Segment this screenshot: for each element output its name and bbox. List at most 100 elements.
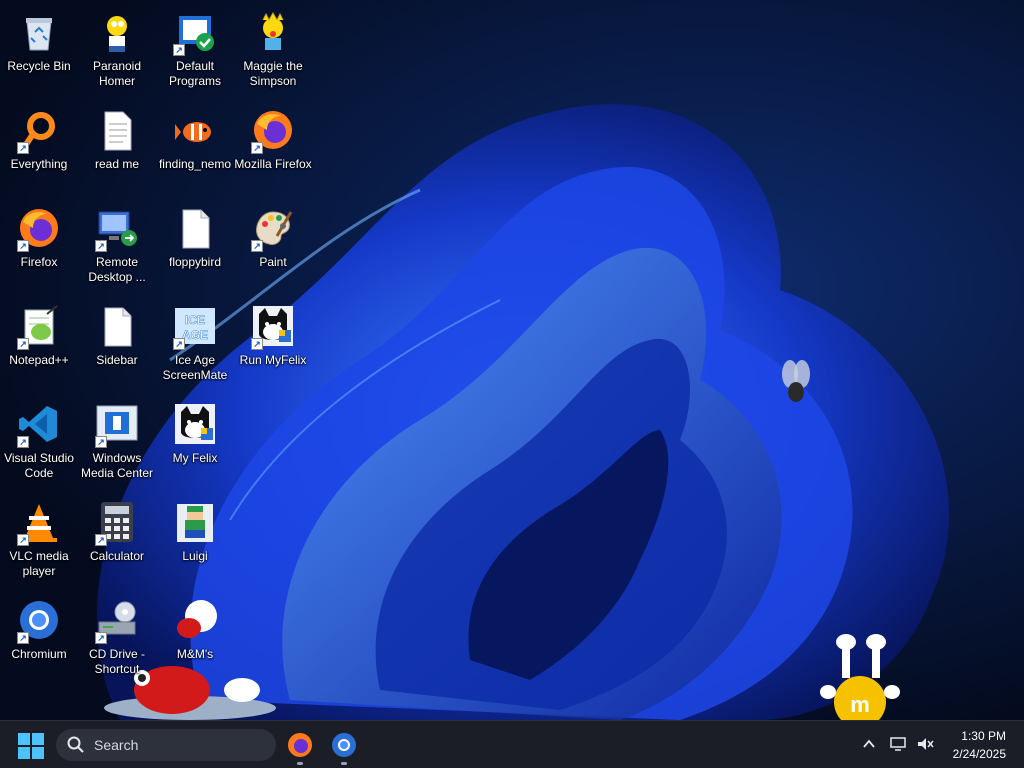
desktop-icon-label: Chromium	[11, 647, 67, 661]
shortcut-arrow-icon: ↗	[95, 436, 107, 448]
desktop-icon-run-myfelix[interactable]: ↗ Run MyFelix	[234, 296, 312, 390]
start-button[interactable]	[18, 733, 44, 759]
shortcut-arrow-icon: ↗	[95, 534, 107, 546]
desktop-icon-visual-studio-code[interactable]: ↗ Visual Studio Code	[0, 394, 78, 488]
running-indicator	[341, 762, 347, 765]
vscode-icon: ↗	[15, 400, 63, 448]
desktop-icon-label: Luigi	[182, 549, 208, 563]
desktop-icon-remote-desktop[interactable]: ↗ Remote Desktop ...	[78, 198, 156, 292]
desktop-icon-ice-age-screenmate[interactable]: ICE AGE ↗ Ice Age ScreenMate	[156, 296, 234, 390]
clock-time: 1:30 PM	[961, 729, 1006, 743]
shortcut-arrow-icon: ↗	[17, 632, 29, 644]
desktop-icon-luigi[interactable]: Luigi	[156, 492, 234, 586]
paint-palette-icon: ↗	[249, 204, 297, 252]
running-indicator	[297, 762, 303, 765]
windows-logo-tile	[18, 733, 30, 745]
shortcut-arrow-icon: ↗	[251, 142, 263, 154]
desktop-icon-label: Notepad++	[9, 353, 69, 367]
desktop-icon-mozilla-firefox[interactable]: ↗ Mozilla Firefox	[234, 100, 312, 194]
shortcut-arrow-icon: ↗	[173, 338, 185, 350]
svg-text:m: m	[850, 692, 870, 717]
desktop-icon-read-me[interactable]: read me	[78, 100, 156, 194]
desktop-icon-windows-media-center[interactable]: ↗ Windows Media Center	[78, 394, 156, 488]
blank-document-icon	[93, 302, 141, 350]
shortcut-arrow-icon: ↗	[95, 240, 107, 252]
luigi-icon	[171, 498, 219, 546]
desktop-icon-m-m-s[interactable]: M&M's	[156, 590, 234, 684]
everything-search-icon: ↗	[15, 106, 63, 154]
system-clock[interactable]: 1:30 PM 2/24/2025	[936, 727, 1006, 763]
taskbar: Search 1:30 PM 2/24/2025	[0, 720, 1024, 768]
search-icon	[66, 735, 86, 755]
desktop-icon-label: Default Programs	[168, 59, 221, 88]
shortcut-arrow-icon: ↗	[95, 632, 107, 644]
desktop-icon-sidebar[interactable]: Sidebar	[78, 296, 156, 390]
mms-character-icon[interactable]: m	[818, 632, 902, 720]
desktop-icon-label: floppybird	[168, 255, 222, 269]
nemo-fish-icon	[171, 106, 219, 154]
cd-drive-icon: ↗	[93, 596, 141, 644]
desktop-icon-label: Windows Media Center	[80, 451, 154, 480]
shortcut-arrow-icon: ↗	[251, 338, 263, 350]
desktop-icon-floppybird[interactable]: floppybird	[156, 198, 234, 292]
recycle-bin-icon	[15, 8, 63, 56]
fly-screenmate-icon[interactable]	[776, 360, 816, 404]
desktop-icon-maggie-the-simpson[interactable]: Maggie the Simpson	[234, 2, 312, 96]
default-programs-icon: ↗	[171, 8, 219, 56]
desktop-icon-recycle-bin[interactable]: Recycle Bin	[0, 2, 78, 96]
desktop-icon-label: Ice Age ScreenMate	[162, 353, 228, 382]
desktop-icon-notepad[interactable]: ↗ Notepad++	[0, 296, 78, 390]
desktop-icon-label: Firefox	[20, 255, 58, 269]
volume-muted-icon[interactable]	[914, 733, 936, 755]
taskbar-search-box[interactable]: Search	[56, 729, 276, 761]
text-document-icon	[93, 106, 141, 154]
felix-cat-icon	[171, 400, 219, 448]
firefox-taskbar-button[interactable]	[282, 727, 318, 765]
media-center-icon: ↗	[93, 400, 141, 448]
desktop-icon-chromium[interactable]: ↗ Chromium	[0, 590, 78, 684]
desktop-icon-label: finding_nemo	[158, 157, 232, 171]
desktop-icon-firefox[interactable]: ↗ Firefox	[0, 198, 78, 292]
network-icon[interactable]	[888, 733, 910, 755]
shortcut-arrow-icon: ↗	[251, 240, 263, 252]
desktop-icon-label: Remote Desktop ...	[88, 255, 146, 284]
chromium-icon: ↗	[15, 596, 63, 644]
desktop-icon-label: Maggie the Simpson	[243, 59, 303, 88]
desktop-icon-label: Sidebar	[96, 353, 138, 367]
show-hidden-icons-chevron-up-icon[interactable]	[858, 733, 880, 755]
mms-icon	[171, 596, 219, 644]
desktop-icon-paranoid-homer[interactable]: Paranoid Homer	[78, 2, 156, 96]
desktop-icon-label: Run MyFelix	[239, 353, 307, 367]
chromium-taskbar-button[interactable]	[326, 727, 362, 765]
notepad-plus-plus-icon: ↗	[15, 302, 63, 350]
desktop-icon-label: Paint	[259, 255, 287, 269]
desktop-icon-label: Visual Studio Code	[4, 451, 74, 480]
windows-logo-tile	[18, 747, 30, 759]
desktop-icon-cd-drive-shortcut[interactable]: ↗ CD Drive - Shortcut	[78, 590, 156, 684]
homer-icon	[93, 8, 141, 56]
shortcut-arrow-icon: ↗	[173, 44, 185, 56]
shortcut-arrow-icon: ↗	[17, 240, 29, 252]
desktop-icon-everything[interactable]: ↗ Everything	[0, 100, 78, 194]
firefox-icon: ↗	[15, 204, 63, 252]
desktop-icon-default-programs[interactable]: ↗ Default Programs	[156, 2, 234, 96]
desktop-icon-label: M&M's	[176, 647, 214, 661]
svg-text:AGE: AGE	[182, 328, 208, 342]
svg-text:ICE: ICE	[185, 313, 205, 327]
desktop-icon-label: Calculator	[89, 549, 145, 563]
vlc-cone-icon: ↗	[15, 498, 63, 546]
desktop-icon-my-felix[interactable]: My Felix	[156, 394, 234, 488]
ice-age-icon: ICE AGE ↗	[171, 302, 219, 350]
desktop-icon-label: Recycle Bin	[7, 59, 71, 73]
shortcut-arrow-icon: ↗	[17, 534, 29, 546]
shortcut-arrow-icon: ↗	[17, 142, 29, 154]
remote-desktop-icon: ↗	[93, 204, 141, 252]
desktop-icon-calculator[interactable]: ↗ Calculator	[78, 492, 156, 586]
desktop-icon-vlc-media-player[interactable]: ↗ VLC media player	[0, 492, 78, 586]
desktop-icon-finding-nemo[interactable]: finding_nemo	[156, 100, 234, 194]
desktop[interactable]: m Recycle Bin Paranoid Homer ↗ Default Prog…	[0, 0, 1024, 720]
shortcut-arrow-icon: ↗	[17, 436, 29, 448]
desktop-icon-label: Everything	[10, 157, 68, 171]
firefox-icon: ↗	[249, 106, 297, 154]
desktop-icon-paint[interactable]: ↗ Paint	[234, 198, 312, 292]
